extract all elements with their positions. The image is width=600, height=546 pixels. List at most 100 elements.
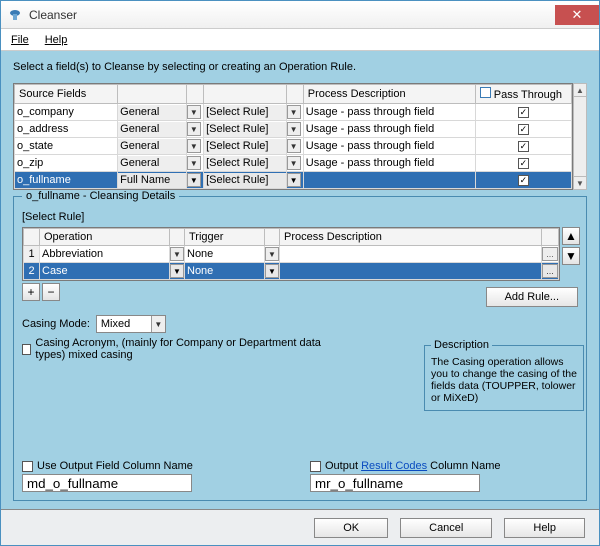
casing-mode-combo[interactable]: Mixed ▼ — [96, 315, 166, 333]
description-group: Description The Casing operation allows … — [424, 345, 584, 411]
field-name: o_zip — [15, 155, 118, 172]
rule-cell[interactable]: [Select Rule] — [204, 122, 286, 137]
row-number: 2 — [24, 263, 40, 280]
process-cell — [280, 246, 542, 263]
move-down-button[interactable]: ▼ — [562, 247, 580, 265]
type-cell[interactable]: General — [118, 122, 186, 137]
col-pass-through[interactable]: Pass Through — [475, 85, 571, 104]
chevron-down-icon[interactable]: ▼ — [187, 173, 201, 187]
type-cell[interactable]: General — [118, 156, 186, 171]
col-operation[interactable]: Operation — [40, 229, 170, 246]
process-cell: Usage - pass through field — [303, 121, 475, 138]
add-row-button[interactable]: + — [22, 283, 40, 301]
rule-cell[interactable]: [Select Rule] — [204, 105, 286, 120]
help-button[interactable]: Help — [504, 518, 585, 538]
close-button[interactable]: ✕ — [555, 5, 599, 25]
pass-through-checkbox[interactable]: ✓ — [518, 175, 529, 186]
chevron-down-icon[interactable]: ▼ — [265, 247, 279, 261]
details-select-rule[interactable]: [Select Rule] — [22, 211, 578, 223]
client-area: Select a field(s) to Cleanse by selectin… — [1, 51, 599, 509]
details-legend: o_fullname - Cleansing Details — [22, 190, 179, 202]
titlebar: Cleanser ✕ — [1, 1, 599, 29]
rule-cell[interactable]: [Select Rule] — [204, 156, 286, 171]
menu-help[interactable]: Help — [45, 34, 68, 46]
rule-cell[interactable]: [Select Rule] — [204, 173, 286, 188]
scrollbar-track[interactable] — [573, 97, 587, 176]
ok-button[interactable]: OK — [314, 518, 388, 538]
source-row[interactable]: o_addressGeneral▼[Select Rule]▼Usage - p… — [15, 121, 572, 138]
chevron-down-icon[interactable]: ▼ — [287, 105, 301, 119]
field-name: o_company — [15, 104, 118, 121]
app-icon — [7, 7, 23, 23]
use-output-field[interactable] — [22, 474, 192, 492]
source-row[interactable]: o_stateGeneral▼[Select Rule]▼Usage - pas… — [15, 138, 572, 155]
type-cell[interactable]: Full Name — [118, 173, 186, 188]
rule-cell[interactable]: [Select Rule] — [204, 139, 286, 154]
casing-acronym-checkbox[interactable] — [22, 344, 31, 355]
trigger-cell: None — [185, 263, 265, 280]
chevron-down-icon[interactable]: ▼ — [287, 173, 301, 187]
ellipsis-button[interactable]: … — [542, 247, 558, 261]
add-rule-button[interactable]: Add Rule... — [486, 287, 578, 307]
chevron-down-icon[interactable]: ▼ — [287, 122, 301, 136]
chevron-down-icon[interactable]: ▼ — [187, 139, 201, 153]
scroll-down[interactable]: ▼ — [573, 176, 587, 190]
pass-through-checkbox[interactable]: ✓ — [518, 141, 529, 152]
output-codes-checkbox[interactable] — [310, 461, 321, 472]
output-codes-field[interactable] — [310, 474, 480, 492]
casing-acronym-label: Casing Acronym, (mainly for Company or D… — [35, 337, 352, 361]
description-text: The Casing operation allows you to chang… — [431, 356, 577, 404]
trigger-cell: None — [185, 246, 265, 263]
process-cell — [280, 263, 542, 280]
output-codes-label: Output Result Codes Column Name — [325, 460, 500, 472]
chevron-down-icon[interactable]: ▼ — [187, 105, 201, 119]
source-fields-grid: Source Fields Process Description Pass T… — [13, 83, 573, 190]
col-source-fields[interactable]: Source Fields — [15, 85, 118, 104]
source-row[interactable]: o_zipGeneral▼[Select Rule]▼Usage - pass … — [15, 155, 572, 172]
col-process-desc[interactable]: Process Description — [303, 85, 475, 104]
pass-through-checkbox[interactable]: ✓ — [518, 124, 529, 135]
window-title: Cleanser — [29, 8, 555, 22]
process-cell: Usage - pass through field — [303, 155, 475, 172]
chevron-down-icon[interactable]: ▼ — [265, 264, 279, 278]
details-grid: Operation Trigger Process Description 1A… — [22, 227, 560, 281]
chevron-down-icon: ▼ — [151, 316, 165, 332]
detail-row[interactable]: 1Abbreviation▼None▼… — [24, 246, 559, 263]
scroll-up[interactable]: ▲ — [573, 83, 587, 97]
casing-mode-label: Casing Mode: — [22, 318, 90, 330]
process-cell: Usage - pass through field — [303, 138, 475, 155]
type-cell[interactable]: General — [118, 139, 186, 154]
detail-row[interactable]: 2Case▼None▼… — [24, 263, 559, 280]
ellipsis-button[interactable]: … — [542, 264, 558, 278]
row-number: 1 — [24, 246, 40, 263]
chevron-down-icon[interactable]: ▼ — [170, 247, 184, 261]
process-cell — [303, 172, 475, 189]
field-name: o_state — [15, 138, 118, 155]
chevron-down-icon[interactable]: ▼ — [287, 156, 301, 170]
menubar: File Help — [1, 29, 599, 51]
chevron-down-icon[interactable]: ▼ — [187, 122, 201, 136]
use-output-label: Use Output Field Column Name — [37, 460, 193, 472]
source-row[interactable]: o_companyGeneral▼[Select Rule]▼Usage - p… — [15, 104, 572, 121]
operation-cell: Abbreviation — [40, 246, 170, 263]
source-row[interactable]: o_fullnameFull Name▼[Select Rule]▼✓ — [15, 172, 572, 189]
remove-row-button[interactable]: − — [42, 283, 60, 301]
cancel-button[interactable]: Cancel — [400, 518, 492, 538]
col-trigger[interactable]: Trigger — [185, 229, 265, 246]
move-up-button[interactable]: ▲ — [562, 227, 580, 245]
pass-through-checkbox[interactable]: ✓ — [518, 158, 529, 169]
use-output-checkbox[interactable] — [22, 461, 33, 472]
result-codes-link[interactable]: Result Codes — [361, 460, 427, 472]
col-detail-process[interactable]: Process Description — [280, 229, 542, 246]
dialog-footer: OK Cancel Help — [1, 509, 599, 545]
menu-file[interactable]: File — [11, 34, 29, 46]
description-legend: Description — [431, 339, 492, 351]
field-name: o_address — [15, 121, 118, 138]
pass-through-checkbox[interactable]: ✓ — [518, 107, 529, 118]
instruction-text: Select a field(s) to Cleanse by selectin… — [13, 61, 587, 73]
type-cell[interactable]: General — [118, 105, 186, 120]
chevron-down-icon[interactable]: ▼ — [287, 139, 301, 153]
chevron-down-icon[interactable]: ▼ — [170, 264, 184, 278]
field-name: o_fullname — [15, 172, 118, 189]
chevron-down-icon[interactable]: ▼ — [187, 156, 201, 170]
